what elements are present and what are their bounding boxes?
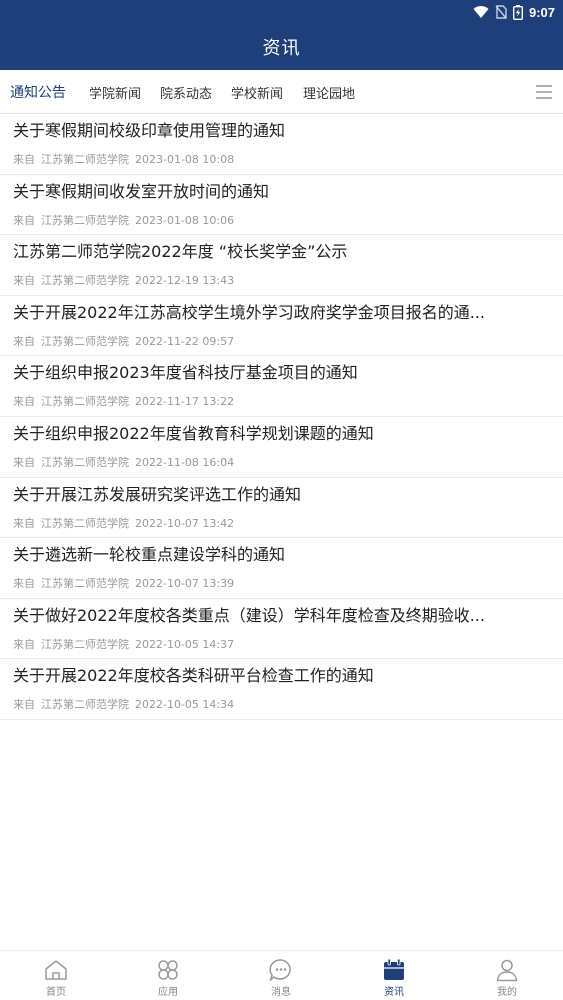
news-title: 关于做好2022年度校各类重点（建设）学科年度检查及终期验收... bbox=[13, 605, 485, 625]
news-source: 江苏第二师范学院 bbox=[41, 516, 129, 530]
news-source: 江苏第二师范学院 bbox=[41, 698, 129, 712]
news-from: 来自 bbox=[13, 334, 35, 348]
tab-label: 院系动态 bbox=[160, 86, 213, 102]
menu-icon[interactable] bbox=[535, 83, 553, 101]
news-meta: 来自 江苏第二师范学院 2023-01-08 10:06 bbox=[13, 214, 240, 228]
news-source: 江苏第二师范学院 bbox=[41, 455, 129, 469]
tab-school-news[interactable]: 学校新闻 bbox=[231, 70, 283, 114]
news-item[interactable]: 关于寒假期间收发室开放时间的通知 来自 江苏第二师范学院 2023-01-08 10… bbox=[0, 175, 563, 236]
nav-label: 资讯 bbox=[384, 987, 404, 998]
news-meta: 来自 江苏第二师范学院 2022-10-05 14:37 bbox=[13, 638, 240, 652]
news-source: 江苏第二师范学院 bbox=[41, 274, 129, 288]
message-icon bbox=[269, 959, 291, 981]
news-from: 来自 bbox=[13, 213, 35, 227]
news-item[interactable]: 关于组织申报2023年度省科技厅基金项目的通知 来自 江苏第二师范学院 2022-1… bbox=[0, 356, 563, 417]
news-meta: 来自 江苏第二师范学院 2023-01-08 10:08 bbox=[13, 153, 240, 167]
apps-icon bbox=[158, 960, 178, 980]
news-from: 来自 bbox=[13, 637, 35, 651]
news-item[interactable]: 关于做好2022年度校各类重点（建设）学科年度检查及终期验收... 来自 江苏第二… bbox=[0, 599, 563, 660]
news-source: 江苏第二师范学院 bbox=[41, 395, 129, 409]
news-date: 2022-11-17 13:22 bbox=[135, 395, 235, 409]
news-title: 关于组织申报2023年度省科技厅基金项目的通知 bbox=[13, 363, 358, 383]
tab-label: 通知公告 bbox=[10, 85, 66, 101]
news-from: 来自 bbox=[13, 698, 35, 712]
news-item[interactable]: 关于开展2022年度校各类科研平台检查工作的通知 来自 江苏第二师范学院 2022-… bbox=[0, 659, 563, 720]
news-source: 江苏第二师范学院 bbox=[41, 213, 129, 227]
news-item[interactable]: 江苏第二师范学院2022年度 “校长奖学金”公示 来自 江苏第二师范学院 2022-… bbox=[0, 235, 563, 296]
news-item[interactable]: 关于遴选新一轮校重点建设学科的通知 来自 江苏第二师范学院 2022-10-07 1… bbox=[0, 538, 563, 599]
news-from: 来自 bbox=[13, 274, 35, 288]
news-from: 来自 bbox=[13, 516, 35, 530]
news-source: 江苏第二师范学院 bbox=[41, 334, 129, 348]
news-title: 关于遴选新一轮校重点建设学科的通知 bbox=[13, 545, 286, 565]
tab-label: 学院新闻 bbox=[89, 86, 142, 102]
no-sim-icon bbox=[495, 5, 507, 19]
nav-news[interactable]: 资讯 bbox=[338, 951, 450, 1000]
news-meta: 来自 江苏第二师范学院 2022-11-08 16:04 bbox=[13, 456, 240, 470]
news-date: 2022-10-07 13:39 bbox=[135, 577, 235, 591]
news-date: 2022-11-22 09:57 bbox=[135, 334, 235, 348]
news-date: 2022-10-05 14:37 bbox=[135, 637, 235, 651]
news-source: 江苏第二师范学院 bbox=[41, 637, 129, 651]
news-date: 2022-11-08 16:04 bbox=[135, 455, 235, 469]
news-title: 江苏第二师范学院2022年度 “校长奖学金”公示 bbox=[13, 242, 348, 262]
tab-label: 理论园地 bbox=[303, 86, 356, 102]
news-list: 关于寒假期间校级印章使用管理的通知 来自 江苏第二师范学院 2023-01-08 1… bbox=[0, 114, 563, 720]
home-icon bbox=[45, 960, 67, 980]
tab-college-news[interactable]: 学院新闻 bbox=[89, 70, 141, 114]
status-icons: 9:07 bbox=[473, 3, 555, 21]
news-meta: 来自 江苏第二师范学院 2022-12-19 13:43 bbox=[13, 274, 240, 288]
bottom-nav: 首页 应用 消息 资讯 我的 bbox=[0, 950, 563, 1000]
nav-label: 我的 bbox=[497, 987, 517, 998]
news-meta: 来自 江苏第二师范学院 2022-10-07 13:42 bbox=[13, 517, 240, 531]
category-tab-bar: 通知公告 学院新闻 院系动态 学校新闻 理论园地 bbox=[0, 70, 563, 114]
news-date: 2022-10-07 13:42 bbox=[135, 516, 235, 530]
news-source: 江苏第二师范学院 bbox=[41, 153, 129, 166]
nav-label: 首页 bbox=[46, 987, 66, 998]
news-meta: 来自 江苏第二师范学院 2022-11-17 13:22 bbox=[13, 395, 240, 409]
nav-label: 应用 bbox=[158, 987, 178, 998]
profile-icon bbox=[496, 959, 518, 982]
news-from: 来自 bbox=[13, 455, 35, 469]
news-date: 2022-10-05 14:34 bbox=[135, 698, 235, 712]
page-title: 资讯 bbox=[262, 38, 301, 59]
news-title: 关于寒假期间校级印章使用管理的通知 bbox=[13, 121, 286, 140]
status-time: 9:07 bbox=[528, 4, 555, 20]
news-title: 关于寒假期间收发室开放时间的通知 bbox=[13, 181, 270, 201]
news-from: 来自 bbox=[13, 153, 35, 166]
news-date: 2023-01-08 10:08 bbox=[135, 153, 235, 166]
news-title: 关于开展江苏发展研究奖评选工作的通知 bbox=[13, 484, 302, 504]
news-item[interactable]: 关于组织申报2022年度省教育科学规划课题的通知 来自 江苏第二师范学院 2022-… bbox=[0, 417, 563, 478]
news-date: 2022-12-19 13:43 bbox=[135, 274, 235, 288]
news-meta: 来自 江苏第二师范学院 2022-10-07 13:39 bbox=[13, 577, 240, 591]
news-item[interactable]: 关于开展江苏发展研究奖评选工作的通知 来自 江苏第二师范学院 2022-10-07 … bbox=[0, 478, 563, 539]
nav-messages[interactable]: 消息 bbox=[225, 951, 337, 1000]
nav-home[interactable]: 首页 bbox=[0, 951, 112, 1000]
news-item[interactable]: 关于寒假期间校级印章使用管理的通知 来自 江苏第二师范学院 2023-01-08 1… bbox=[0, 114, 563, 175]
tab-theory-garden[interactable]: 理论园地 bbox=[303, 70, 355, 114]
tab-notices[interactable]: 通知公告 bbox=[10, 70, 66, 114]
news-date: 2023-01-08 10:06 bbox=[135, 213, 235, 227]
nav-apps[interactable]: 应用 bbox=[112, 951, 224, 1000]
news-title: 关于开展2022年度校各类科研平台检查工作的通知 bbox=[13, 666, 374, 686]
tab-label: 学校新闻 bbox=[231, 86, 284, 102]
news-meta: 来自 江苏第二师范学院 2022-10-05 14:34 bbox=[13, 698, 240, 712]
news-meta: 来自 江苏第二师范学院 2022-11-22 09:57 bbox=[13, 335, 240, 349]
news-source: 江苏第二师范学院 bbox=[41, 577, 129, 591]
news-title: 关于组织申报2022年度省教育科学规划课题的通知 bbox=[13, 423, 374, 443]
news-title: 关于开展2022年江苏高校学生境外学习政府奖学金项目报名的通... bbox=[13, 302, 485, 322]
news-icon bbox=[384, 958, 404, 980]
tab-department-news[interactable]: 院系动态 bbox=[160, 70, 212, 114]
nav-label: 消息 bbox=[271, 987, 291, 998]
nav-profile[interactable]: 我的 bbox=[451, 951, 563, 1000]
app-header: 资讯 bbox=[0, 24, 563, 70]
news-from: 来自 bbox=[13, 395, 35, 409]
status-bar: 9:07 bbox=[0, 0, 563, 24]
news-item[interactable]: 关于开展2022年江苏高校学生境外学习政府奖学金项目报名的通... 来自 江苏第二… bbox=[0, 296, 563, 357]
news-from: 来自 bbox=[13, 577, 35, 591]
wifi-icon bbox=[473, 6, 489, 19]
battery-charging-icon bbox=[512, 4, 523, 20]
